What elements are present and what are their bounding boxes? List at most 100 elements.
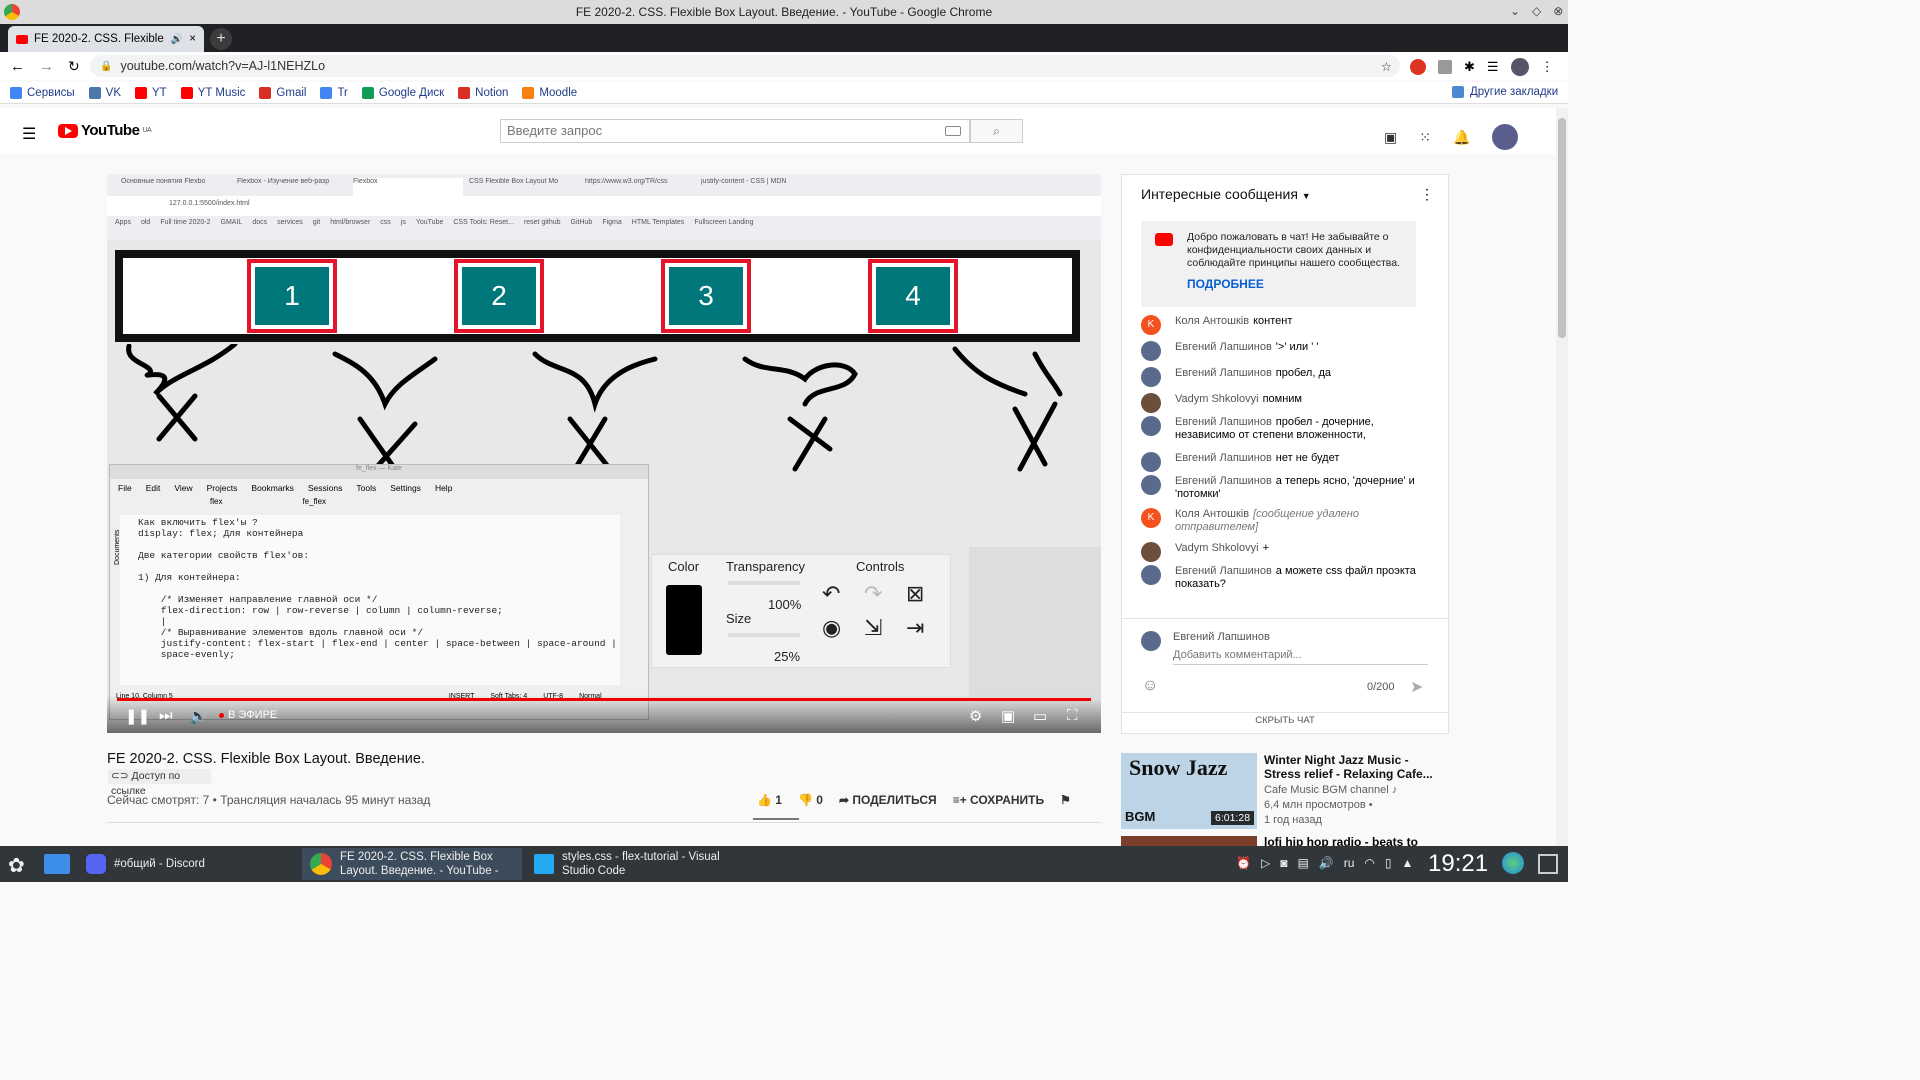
- page-scrollbar-thumb[interactable]: [1558, 118, 1566, 338]
- reload-icon[interactable]: ↻: [68, 58, 80, 75]
- youtube-logo[interactable]: YouTube UA: [58, 122, 152, 139]
- file-manager-icon[interactable]: [44, 854, 70, 874]
- volume-tray-icon[interactable]: 🔊: [1319, 856, 1334, 870]
- chat-avatar: [1141, 542, 1161, 562]
- report-flag-icon[interactable]: ⚑: [1060, 793, 1071, 807]
- new-tab-button[interactable]: +: [210, 28, 232, 50]
- url-text: youtube.com/watch?v=AJ-l1NEHZLo: [120, 59, 326, 73]
- recommended-video[interactable]: Snow Jazz BGM 6:01:28 Winter Night Jazz …: [1121, 753, 1451, 833]
- settings-gear-icon[interactable]: ⚙: [969, 707, 982, 725]
- recommended-channel[interactable]: Cafe Music BGM channel ♪: [1264, 783, 1397, 798]
- bookmark-label: Сервисы: [27, 86, 75, 99]
- flex-item: 1: [247, 259, 337, 333]
- menu-icon[interactable]: ⋮: [1541, 59, 1554, 75]
- alarm-icon[interactable]: ⏰: [1236, 856, 1251, 870]
- account-avatar[interactable]: [1492, 124, 1519, 150]
- theater-mode-icon[interactable]: ▭: [1033, 707, 1047, 725]
- chat-author: Евгений Лапшинов: [1175, 452, 1272, 464]
- forward-icon[interactable]: →: [39, 58, 54, 75]
- adblock-icon[interactable]: [1410, 59, 1426, 75]
- reading-list-icon[interactable]: ☰: [1487, 59, 1499, 75]
- bookmark-item[interactable]: VK: [88, 86, 121, 99]
- bookmark-item[interactable]: Moodle: [522, 86, 577, 99]
- profile-avatar[interactable]: [1510, 58, 1529, 76]
- progress-bar[interactable]: [117, 698, 1091, 701]
- notifications-bell-icon[interactable]: 🔔: [1453, 129, 1470, 146]
- tray-expand-icon[interactable]: ▲: [1402, 856, 1414, 870]
- next-recommended-title[interactable]: lofi hip hop radio - beats to: [1264, 835, 1418, 846]
- bookmark-item[interactable]: YT: [135, 86, 167, 99]
- editor-code: Как включить flex'ы ? display: flex; Для…: [120, 515, 620, 685]
- media-icon[interactable]: ▷: [1261, 856, 1270, 870]
- send-icon[interactable]: ➤: [1410, 677, 1423, 697]
- next-icon[interactable]: ⏭: [159, 707, 173, 724]
- create-video-icon[interactable]: ▣: [1384, 129, 1397, 146]
- transparency-slider: [728, 581, 800, 585]
- hamburger-menu-icon[interactable]: ☰: [22, 124, 36, 144]
- dislike-button[interactable]: 👎 0: [798, 793, 823, 807]
- chat-avatar: [1141, 367, 1161, 387]
- hide-chat-button[interactable]: СКРЫТЬ ЧАТ: [1122, 712, 1448, 732]
- wifi-icon[interactable]: ◠: [1364, 856, 1374, 870]
- pause-icon[interactable]: ❚❚: [125, 707, 150, 725]
- chat-text: '>' или ' ': [1275, 341, 1319, 353]
- search-icon: ⌕: [993, 124, 1000, 138]
- chat-mode-selector[interactable]: Интересные сообщения ▼: [1141, 186, 1311, 202]
- task-vscode[interactable]: styles.css - flex-tutorial - Visual Stud…: [526, 848, 746, 880]
- task-chrome[interactable]: FE 2020-2. CSS. Flexible Box Layout. Вве…: [302, 848, 522, 880]
- bookmark-item[interactable]: YT Music: [180, 86, 245, 99]
- tab-close-icon[interactable]: ×: [189, 33, 196, 45]
- undo-icon: ↶: [822, 581, 841, 606]
- inner-bookmark: reset github: [523, 219, 561, 226]
- tab-strip: [0, 24, 1568, 52]
- like-button[interactable]: 👍 1: [757, 793, 782, 807]
- audio-icon[interactable]: 🔊: [171, 34, 183, 45]
- globe-icon[interactable]: [1502, 852, 1524, 874]
- next-recommended-thumbnail[interactable]: [1121, 836, 1257, 846]
- video-actions: 👍 1 👎 0 ➦ ПОДЕЛИТЬСЯ ≡+ СОХРАНИТЬ ⚑: [757, 793, 1071, 807]
- task-discord[interactable]: #общий - Discord: [78, 848, 298, 880]
- more-link[interactable]: ПОДРОБНЕЕ: [1187, 278, 1406, 291]
- apps-grid-icon[interactable]: ⁙: [1419, 129, 1431, 146]
- search-input[interactable]: Введите запрос: [500, 119, 970, 143]
- clock[interactable]: 19:21: [1428, 850, 1488, 878]
- other-bookmarks[interactable]: Другие закладки: [1452, 86, 1558, 98]
- chat-message: K Коля Антошків контент: [1141, 315, 1416, 335]
- bookmark-item[interactable]: Tr: [320, 86, 348, 99]
- live-badge[interactable]: В ЭФИРЕ: [219, 709, 277, 721]
- battery-icon[interactable]: ▯: [1385, 856, 1392, 870]
- discord-tray-icon[interactable]: ◙: [1280, 856, 1287, 870]
- address-bar[interactable]: 🔒 youtube.com/watch?v=AJ-l1NEHZLo ☆: [90, 55, 1400, 77]
- chat-message-content: Евгений Лапшинов нет не будет: [1175, 452, 1339, 472]
- tab-youtube[interactable]: FE 2020-2. CSS. Flexible Bo 🔊 ×: [8, 26, 204, 52]
- window-titlebar: FE 2020-2. CSS. Flexible Box Layout. Вве…: [0, 0, 1568, 24]
- miniplayer-icon[interactable]: ▣: [1001, 707, 1015, 725]
- save-button[interactable]: ≡+ СОХРАНИТЬ: [953, 793, 1044, 807]
- bookmark-item[interactable]: Сервисы: [10, 86, 75, 99]
- extension-icon[interactable]: [1438, 60, 1452, 74]
- bookmark-star-icon[interactable]: ☆: [1381, 59, 1392, 74]
- keyboard-icon[interactable]: [945, 126, 961, 136]
- bookmark-item[interactable]: Notion: [458, 86, 508, 99]
- bookmark-item[interactable]: Google Диск: [361, 86, 444, 99]
- show-desktop-icon[interactable]: [1538, 854, 1558, 874]
- bookmark-item[interactable]: Gmail: [259, 86, 306, 99]
- window-controls[interactable]: ⌄◇⊗: [1510, 4, 1575, 18]
- back-icon[interactable]: ←: [10, 58, 25, 75]
- recommended-thumbnail[interactable]: Snow Jazz BGM 6:01:28: [1121, 753, 1257, 829]
- keyboard-layout[interactable]: ru: [1344, 856, 1355, 870]
- puzzle-icon[interactable]: ✱: [1464, 59, 1475, 75]
- chat-input[interactable]: Добавить комментарий...: [1173, 649, 1428, 665]
- inner-bookmark: GitHub: [570, 219, 593, 226]
- chat-avatar: [1141, 475, 1161, 495]
- video-player[interactable]: Основные понятия Flexbo Flexbox - Изучени…: [107, 174, 1101, 733]
- app-launcher-icon[interactable]: ✿: [8, 853, 25, 878]
- volume-icon[interactable]: 🔊: [189, 707, 208, 725]
- share-button[interactable]: ➦ ПОДЕЛИТЬСЯ: [839, 793, 937, 807]
- search-button[interactable]: ⌕: [970, 119, 1023, 143]
- clipboard-icon[interactable]: ▤: [1297, 856, 1308, 870]
- recommended-title[interactable]: Winter Night Jazz Music - Stress relief …: [1264, 753, 1444, 781]
- chat-more-icon[interactable]: ⋮: [1420, 186, 1434, 203]
- emoji-icon[interactable]: ☺: [1142, 677, 1158, 695]
- fullscreen-icon[interactable]: ⛶: [1067, 707, 1078, 724]
